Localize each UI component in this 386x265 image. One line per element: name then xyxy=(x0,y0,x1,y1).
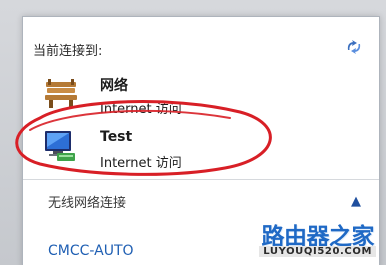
chevron-up-icon: ▲ xyxy=(351,193,361,209)
network-computer-icon xyxy=(45,131,75,161)
connection-item-network[interactable]: 网络 Internet 访问 xyxy=(33,67,363,117)
wifi-network-item[interactable]: CMCC-AUTO xyxy=(48,243,134,259)
network-bench-icon xyxy=(45,79,77,108)
wireless-section-title: 无线网络连接 xyxy=(48,196,127,211)
connection-status: Internet 访问 xyxy=(100,102,182,117)
section-divider xyxy=(23,179,379,180)
connection-name: Test xyxy=(100,129,133,145)
refresh-network-icon xyxy=(347,40,361,54)
screenshot-stage: 当前连接到: 网络 Internet 访问 Test Internet 访问 无… xyxy=(0,0,386,265)
current-connection-heading: 当前连接到: xyxy=(33,44,103,59)
connection-name: 网络 xyxy=(100,78,128,94)
wireless-collapse-button[interactable]: ▲ xyxy=(347,192,365,210)
connection-item-test[interactable]: Test Internet 访问 xyxy=(33,121,363,171)
connection-status: Internet 访问 xyxy=(100,156,182,171)
network-flyout-panel: 当前连接到: 网络 Internet 访问 Test Internet 访问 无… xyxy=(22,16,380,265)
refresh-network-button[interactable] xyxy=(343,37,365,57)
